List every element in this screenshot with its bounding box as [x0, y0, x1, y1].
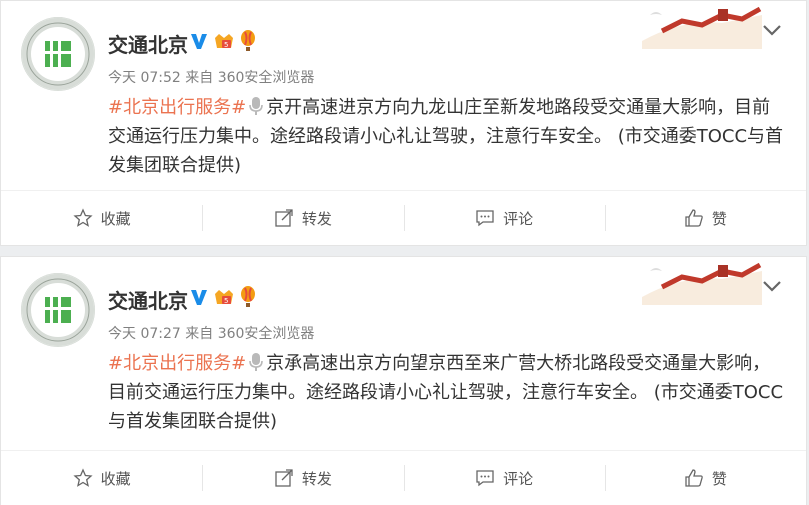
forward-label: 转发	[301, 469, 332, 488]
chevron-down-icon[interactable]	[762, 23, 782, 37]
comment-icon	[476, 470, 494, 487]
favorite-label: 收藏	[100, 209, 131, 228]
balloon-icon[interactable]	[239, 30, 257, 52]
action-bar: 收藏 转发 评论 赞	[1, 450, 806, 505]
avatar[interactable]	[21, 17, 95, 91]
star-icon	[73, 468, 93, 487]
like-label: 赞	[711, 469, 727, 488]
like-button[interactable]: 赞	[604, 191, 806, 245]
balloon-icon[interactable]	[239, 286, 257, 308]
chevron-down-icon[interactable]	[762, 279, 782, 293]
verified-v-icon	[191, 290, 207, 305]
forward-button[interactable]: 转发	[202, 191, 403, 245]
forward-button[interactable]: 转发	[202, 451, 403, 505]
svg-text:5: 5	[224, 297, 228, 305]
favorite-button[interactable]: 收藏	[1, 451, 202, 505]
svg-text:5: 5	[224, 41, 228, 49]
author-name[interactable]: 交通北京	[108, 29, 188, 58]
post-text: #北京出行服务# 京开高速进京方向九龙山庄至新发地路段受交通量大影响，目前交通运行…	[108, 93, 788, 180]
comment-button[interactable]: 评论	[403, 451, 605, 505]
author-name[interactable]: 交通北京	[108, 285, 188, 314]
post-text: #北京出行服务# 京承高速出京方向望京西至来广营大桥北路段受交通量大影响，目前交通…	[108, 349, 788, 436]
thumbs-up-icon	[685, 209, 703, 227]
avatar[interactable]	[21, 273, 95, 347]
favorite-label: 收藏	[100, 469, 131, 488]
forward-icon	[275, 469, 293, 487]
favorite-button[interactable]: 收藏	[1, 191, 202, 245]
forward-label: 转发	[301, 209, 332, 228]
topic-link[interactable]: #北京出行服务#	[108, 97, 246, 118]
member-badge-icon[interactable]: 5	[213, 288, 235, 306]
post-time[interactable]: 今天 07:27	[108, 326, 181, 342]
weibo-post-2: 交通北京 5 今天 07:27 来自 360安全浏览器 #北京出行服务# 京承高速…	[0, 256, 807, 505]
thumbs-up-icon	[685, 469, 703, 487]
microphone-icon	[249, 97, 263, 115]
weibo-post-1: 交通北京 5 今天 07:52 来自 360安全浏览器 #北京出行服务# 京开高速…	[0, 0, 807, 246]
star-icon	[73, 208, 93, 227]
microphone-icon	[249, 353, 263, 371]
post-source: 来自 360安全浏览器	[185, 326, 315, 342]
comment-button[interactable]: 评论	[403, 191, 605, 245]
comment-icon	[476, 210, 494, 227]
like-button[interactable]: 赞	[604, 451, 806, 505]
action-bar: 收藏 转发 评论 赞	[1, 190, 806, 245]
comment-label: 评论	[503, 469, 534, 488]
forward-icon	[275, 209, 293, 227]
like-label: 赞	[711, 209, 727, 228]
topic-link[interactable]: #北京出行服务#	[108, 353, 246, 374]
member-badge-icon[interactable]: 5	[213, 32, 235, 50]
comment-label: 评论	[503, 209, 534, 228]
verified-v-icon	[191, 34, 207, 49]
great-wall-decoration	[642, 262, 762, 305]
great-wall-decoration	[642, 6, 762, 49]
post-source: 来自 360安全浏览器	[185, 70, 315, 86]
post-time[interactable]: 今天 07:52	[108, 70, 181, 86]
